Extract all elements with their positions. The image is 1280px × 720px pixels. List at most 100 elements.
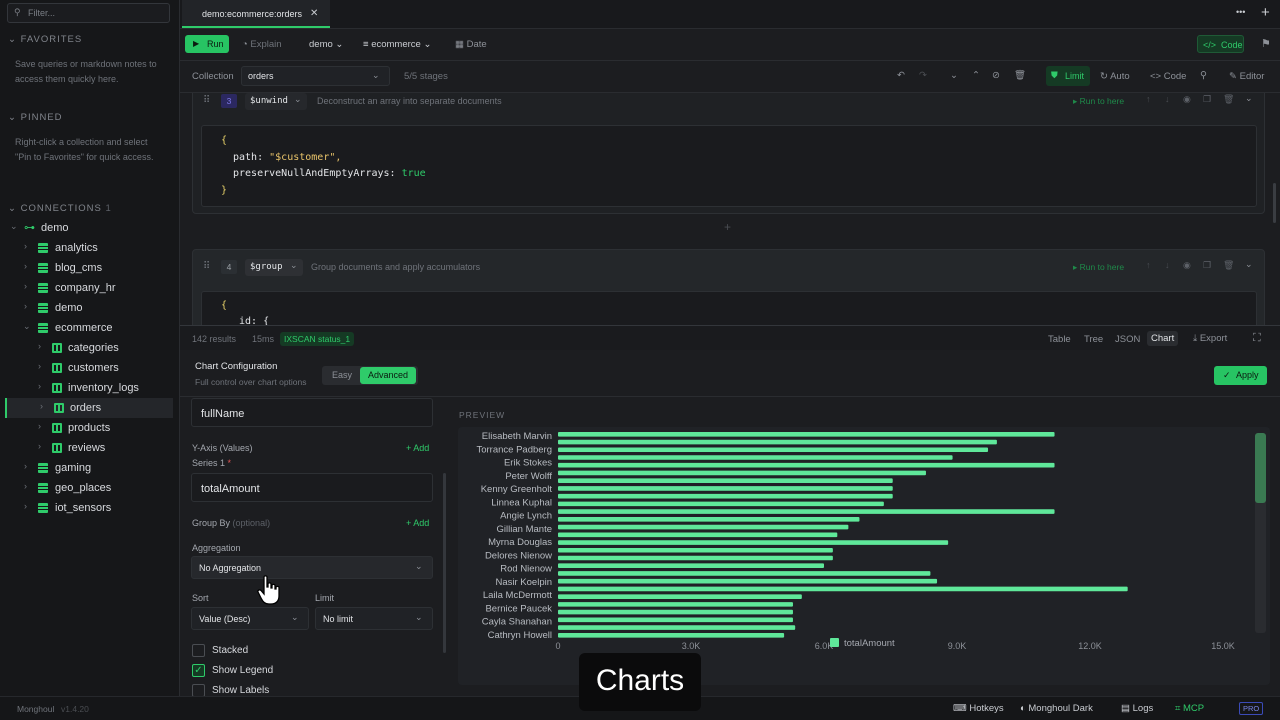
bar-chart: Elisabeth Marvin Torrance Padberg Erik Sto… bbox=[476, 431, 1266, 651]
favorites-header[interactable]: ⌄ FAVORITES bbox=[8, 34, 82, 45]
chevron-down-icon[interactable]: ⌄ bbox=[1245, 259, 1253, 270]
pinned-header[interactable]: ⌄ PINNED bbox=[8, 112, 63, 123]
db-iot-sensors[interactable]: › iot_sensors bbox=[0, 498, 179, 518]
close-icon[interactable]: ✕ bbox=[310, 8, 318, 19]
db-gaming[interactable]: › gaming bbox=[0, 458, 179, 478]
tab-orders[interactable]: demo:ecommerce:orders ✕ bbox=[182, 0, 330, 28]
more-icon[interactable]: ••• bbox=[1236, 7, 1245, 17]
collection-orders[interactable]: › orders bbox=[5, 398, 173, 418]
category-label: Cayla Shanahan bbox=[482, 617, 552, 628]
export-button[interactable]: ⤓ Export bbox=[1193, 333, 1227, 344]
expand-all-icon[interactable]: ⌃ bbox=[972, 70, 980, 81]
stage-code-editor[interactable]: { path: "$customer", preserveNullAndEmpt… bbox=[201, 125, 1257, 207]
collapse-all-icon[interactable]: ⌄ bbox=[950, 70, 958, 81]
editor-toggle[interactable]: ✎ Editor bbox=[1229, 71, 1264, 82]
link-icon: ⊶ bbox=[24, 222, 35, 234]
show-legend-checkbox[interactable]: ✓ bbox=[192, 664, 205, 677]
database-select[interactable]: ≡ ecommerce ⌄ bbox=[363, 39, 431, 50]
drag-handle-icon[interactable]: ⠿ bbox=[203, 95, 210, 106]
db-company-hr[interactable]: › company_hr bbox=[0, 278, 179, 298]
db-analytics[interactable]: › analytics bbox=[0, 238, 179, 258]
db-label: ecommerce bbox=[55, 322, 113, 334]
shield-icon: ⛊ bbox=[1051, 70, 1058, 80]
view-tab-table[interactable]: Table bbox=[1048, 334, 1071, 345]
auto-toggle[interactable]: ↻ Auto bbox=[1100, 71, 1130, 82]
copy-icon[interactable]: ❐ bbox=[1203, 260, 1211, 271]
collection-reviews[interactable]: › reviews bbox=[0, 438, 179, 458]
trash-icon[interactable]: 🗑 bbox=[1223, 94, 1234, 105]
view-tab-json[interactable]: JSON bbox=[1115, 334, 1140, 345]
move-down-icon[interactable]: ↓ bbox=[1165, 260, 1170, 270]
limit-toggle[interactable]: ⛊ Limit bbox=[1046, 66, 1090, 86]
code-view-toggle[interactable]: <> Code bbox=[1150, 71, 1186, 82]
collection-products[interactable]: › products bbox=[0, 418, 179, 438]
chevron-down-icon: ⌄ bbox=[8, 112, 21, 123]
run-to-here-button[interactable]: ▸ Run to here bbox=[1073, 96, 1124, 107]
collection-customers[interactable]: › customers bbox=[0, 358, 179, 378]
collection-select[interactable]: orders ⌄ bbox=[241, 66, 390, 86]
stacked-checkbox[interactable] bbox=[192, 644, 205, 657]
limit-select[interactable]: No limit ⌄ bbox=[315, 607, 433, 630]
fullscreen-icon[interactable]: ⛶ bbox=[1253, 332, 1261, 345]
date-button[interactable]: ▦ Date bbox=[455, 39, 487, 50]
database-select-label: ecommerce bbox=[371, 39, 421, 50]
undo-icon[interactable]: ↶ bbox=[897, 70, 905, 81]
aggregation-select[interactable]: No Aggregation ⌄ bbox=[191, 556, 433, 579]
logs-button[interactable]: ▤ Logs bbox=[1121, 703, 1153, 714]
run-to-here-button[interactable]: ▸ Run to here bbox=[1073, 262, 1124, 273]
connection-select[interactable]: demo ⌄ bbox=[309, 39, 343, 50]
show-labels-checkbox[interactable] bbox=[192, 684, 205, 696]
stage-code-editor[interactable]: { _id: { bbox=[201, 291, 1257, 325]
add-stage-icon[interactable]: + bbox=[724, 220, 731, 234]
eye-icon[interactable]: ◉ bbox=[1183, 260, 1191, 271]
connections-header[interactable]: ⌄ CONNECTIONS 1 bbox=[8, 203, 112, 214]
redo-icon[interactable]: ↷ bbox=[919, 70, 927, 81]
scrollbar[interactable] bbox=[1273, 183, 1276, 223]
y-axis-label: Y-Axis (Values) bbox=[192, 443, 253, 453]
code-toggle-button[interactable]: </> Code bbox=[1197, 35, 1244, 53]
disable-all-icon[interactable]: ⊘ bbox=[992, 70, 1000, 81]
sort-select[interactable]: Value (Desc) ⌄ bbox=[191, 607, 309, 630]
apply-button[interactable]: ✓ Apply bbox=[1214, 366, 1267, 385]
mode-easy[interactable]: Easy bbox=[332, 370, 352, 380]
db-geo-places[interactable]: › geo_places bbox=[0, 478, 179, 498]
category-label: Nasir Koelpin bbox=[496, 577, 553, 588]
view-tab-tree[interactable]: Tree bbox=[1084, 334, 1103, 345]
search-icon[interactable]: ⚲ bbox=[1200, 70, 1207, 81]
copy-icon[interactable]: ❐ bbox=[1203, 94, 1211, 105]
add-series-button[interactable]: + Add bbox=[406, 443, 429, 453]
editor-label: Editor bbox=[1239, 71, 1265, 82]
collection-label: orders bbox=[70, 402, 102, 414]
mode-advanced[interactable]: Advanced bbox=[360, 367, 416, 384]
view-tab-chart[interactable]: Chart bbox=[1147, 331, 1179, 346]
trash-icon[interactable]: 🗑 bbox=[1223, 260, 1234, 271]
bookmark-icon[interactable]: ⚑ bbox=[1261, 37, 1271, 50]
mcp-button[interactable]: ⌗ MCP bbox=[1175, 703, 1204, 714]
drag-handle-icon[interactable]: ⠿ bbox=[203, 261, 210, 272]
eye-icon[interactable]: ◉ bbox=[1183, 94, 1191, 105]
download-icon: ⤓ bbox=[1193, 333, 1200, 344]
collection-inventory-logs[interactable]: › inventory_logs bbox=[0, 378, 179, 398]
db-demo[interactable]: › demo bbox=[0, 298, 179, 318]
db-ecommerce[interactable]: ⌄ ecommerce bbox=[0, 318, 179, 338]
series-field-input[interactable]: totalAmount bbox=[191, 473, 433, 502]
form-scrollbar[interactable] bbox=[443, 473, 446, 653]
connection-demo[interactable]: ⌄ ⊶ demo bbox=[0, 218, 179, 238]
stage-operator-select[interactable]: $group ⌄ bbox=[245, 259, 303, 276]
run-button[interactable]: ▶ Run bbox=[185, 35, 229, 53]
trash-icon[interactable]: 🗑 bbox=[1014, 70, 1026, 81]
add-tab-icon[interactable]: + bbox=[1261, 4, 1270, 21]
collection-categories[interactable]: › categories bbox=[0, 338, 179, 358]
db-blog-cms[interactable]: › blog_cms bbox=[0, 258, 179, 278]
filter-input[interactable]: ⚲ Filter... bbox=[7, 3, 170, 23]
move-down-icon[interactable]: ↓ bbox=[1165, 94, 1170, 104]
move-up-icon[interactable]: ↑ bbox=[1146, 94, 1151, 104]
explain-button[interactable]: ◔ Explain bbox=[242, 39, 282, 50]
add-group-button[interactable]: + Add bbox=[406, 518, 429, 528]
hotkeys-button[interactable]: ⌨ Hotkeys bbox=[953, 703, 1004, 714]
stage-operator-select[interactable]: $unwind ⌄ bbox=[245, 93, 307, 110]
theme-button[interactable]: ◐ Monghoul Dark bbox=[1020, 703, 1093, 714]
move-up-icon[interactable]: ↑ bbox=[1146, 260, 1151, 270]
x-field-input[interactable]: fullName bbox=[191, 398, 433, 427]
chevron-down-icon[interactable]: ⌄ bbox=[1245, 93, 1253, 104]
